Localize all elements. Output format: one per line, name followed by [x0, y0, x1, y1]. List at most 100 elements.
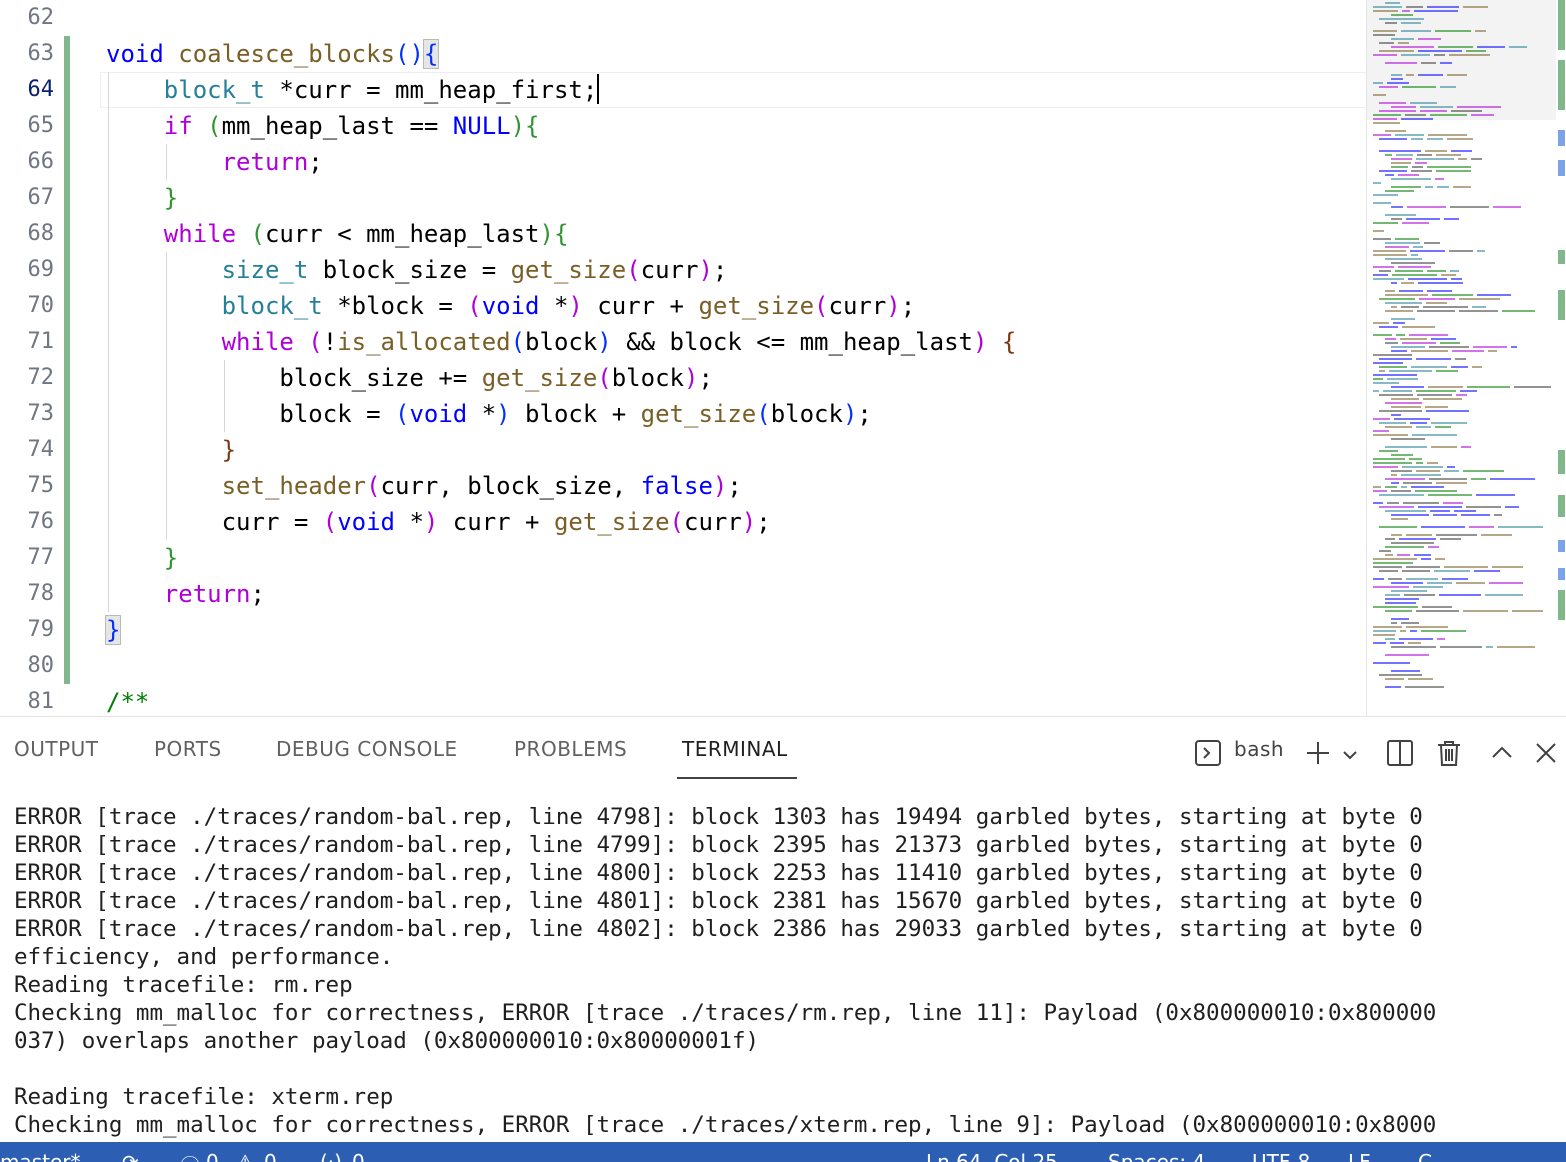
code-text[interactable]: while (curr < mm_heap_last){: [106, 216, 569, 252]
minimap-token: [1412, 434, 1457, 436]
minimap-token: [1379, 494, 1424, 496]
minimap-token: [1373, 390, 1379, 392]
error-icon[interactable]: ⓧ: [180, 1150, 200, 1162]
minimap-token: [1391, 414, 1401, 416]
code-text[interactable]: if (mm_heap_last == NULL){: [106, 108, 540, 144]
tab-debug-console[interactable]: DEBUG CONSOLE: [276, 737, 458, 761]
minimap-token: [1391, 582, 1423, 584]
minimap-token: [1406, 534, 1432, 536]
chevron-up-icon[interactable]: [1490, 741, 1514, 771]
broadcast-icon[interactable]: (·): [320, 1150, 342, 1162]
minimap-token: [1391, 346, 1425, 348]
plus-icon[interactable]: [1304, 739, 1332, 773]
minimap-token: [1385, 154, 1392, 156]
warning-count[interactable]: 0: [264, 1150, 277, 1162]
encoding[interactable]: UTF-8: [1252, 1150, 1310, 1162]
minimap-token: [1385, 310, 1413, 312]
terminal-line: ERROR [trace ./traces/random-bal.rep, li…: [14, 860, 1423, 886]
minimap-token: [1435, 426, 1451, 428]
minimap-token: [1396, 334, 1405, 336]
tab-output[interactable]: OUTPUT: [14, 737, 99, 761]
minimap-token: [1430, 114, 1467, 116]
close-icon[interactable]: [1534, 741, 1558, 771]
minimap-token: [1414, 554, 1431, 556]
cursor-position[interactable]: Ln 64, Col 25: [926, 1150, 1058, 1162]
code-text[interactable]: }: [104, 612, 122, 648]
minimap-token: [1395, 238, 1419, 240]
code-text[interactable]: }: [106, 432, 236, 468]
branch-indicator[interactable]: master*: [0, 1150, 81, 1162]
minimap-token: [1379, 298, 1415, 300]
terminal-output[interactable]: ERROR [trace ./traces/random-bal.rep, li…: [14, 803, 1554, 1139]
code-text[interactable]: return;: [106, 576, 265, 612]
end-of-line[interactable]: LF: [1348, 1150, 1371, 1162]
minimap-token: [1401, 306, 1419, 308]
tab-ports[interactable]: PORTS: [154, 737, 222, 761]
code-text[interactable]: void coalesce_blocks(){: [106, 36, 440, 72]
minimap-token: [1450, 206, 1489, 208]
minimap-token: [1385, 610, 1412, 612]
code-text[interactable]: }: [106, 540, 178, 576]
code-line: 72 block_size += get_size(block);: [0, 360, 1366, 396]
minimap-token: [1373, 462, 1412, 464]
minimap-token: [1402, 10, 1410, 12]
trash-icon[interactable]: [1436, 739, 1462, 773]
error-count[interactable]: 0: [206, 1150, 219, 1162]
tab-terminal[interactable]: TERMINAL: [682, 737, 788, 761]
minimap-token: [1373, 374, 1417, 376]
warning-icon[interactable]: ⚠: [236, 1150, 254, 1162]
minimap-token: [1432, 294, 1473, 296]
minimap-token: [1402, 86, 1436, 88]
minimap-token: [1440, 86, 1456, 88]
code-text[interactable]: block_t *curr = mm_heap_first;: [106, 72, 600, 108]
minimap-token: [1435, 558, 1445, 560]
indentation[interactable]: Spaces: 4: [1108, 1150, 1205, 1162]
code-text[interactable]: /**: [106, 684, 149, 716]
code-text[interactable]: curr = (void *) curr + get_size(curr);: [106, 504, 771, 540]
code-text[interactable]: block = (void *) block + get_size(block)…: [106, 396, 871, 432]
code-text[interactable]: set_header(curr, block_size, false);: [106, 468, 742, 504]
code-text[interactable]: block_size += get_size(block);: [106, 360, 713, 396]
minimap-token: [1411, 138, 1423, 140]
ports-count[interactable]: 0: [352, 1150, 365, 1162]
minimap-token: [1498, 526, 1543, 528]
minimap-token: [1391, 438, 1425, 440]
minimap-token: [1411, 350, 1448, 352]
minimap-token: [1406, 566, 1440, 568]
minimap-token: [1401, 486, 1407, 488]
chevron-down-icon[interactable]: [1340, 743, 1360, 771]
terminal-shell-name[interactable]: bash: [1234, 737, 1284, 761]
minimap-token: [1373, 122, 1400, 124]
text-cursor: [597, 74, 600, 104]
terminal-icon[interactable]: [1194, 739, 1222, 773]
minimap-token: [1425, 406, 1448, 408]
line-number: 77: [27, 545, 55, 570]
minimap-token: [1435, 30, 1471, 32]
vertical-scrollbar[interactable]: [1556, 0, 1566, 716]
minimap-token: [1379, 150, 1421, 152]
minimap-token: [1416, 610, 1459, 612]
code-text[interactable]: }: [106, 180, 178, 216]
code-line: 68 while (curr < mm_heap_last){: [0, 216, 1366, 252]
minimap-token: [1497, 646, 1535, 648]
language-mode[interactable]: C: [1418, 1150, 1432, 1162]
minimap-token: [1410, 250, 1445, 252]
minimap-token: [1442, 578, 1468, 580]
minimap[interactable]: [1366, 0, 1557, 716]
code-text[interactable]: return;: [106, 144, 323, 180]
split-icon[interactable]: [1386, 739, 1414, 773]
minimap-token: [1379, 674, 1422, 676]
minimap-token: [1391, 670, 1420, 672]
code-text[interactable]: while (!is_allocated(block) && block <= …: [106, 324, 1017, 360]
code-line: 71 while (!is_allocated(block) && block …: [0, 324, 1366, 360]
minimap-token: [1411, 486, 1444, 488]
tab-problems[interactable]: PROBLEMS: [514, 737, 627, 761]
code-text[interactable]: block_t *block = (void *) curr + get_siz…: [106, 288, 916, 324]
editor-pane[interactable]: 62 63 void coalesce_blocks(){ 64 block_t…: [0, 0, 1566, 716]
minimap-token: [1463, 6, 1488, 8]
minimap-token: [1391, 206, 1403, 208]
minimap-token: [1461, 446, 1471, 448]
sync-icon[interactable]: ⟳: [122, 1150, 139, 1162]
minimap-token: [1385, 402, 1422, 404]
code-text[interactable]: size_t block_size = get_size(curr);: [106, 252, 728, 288]
